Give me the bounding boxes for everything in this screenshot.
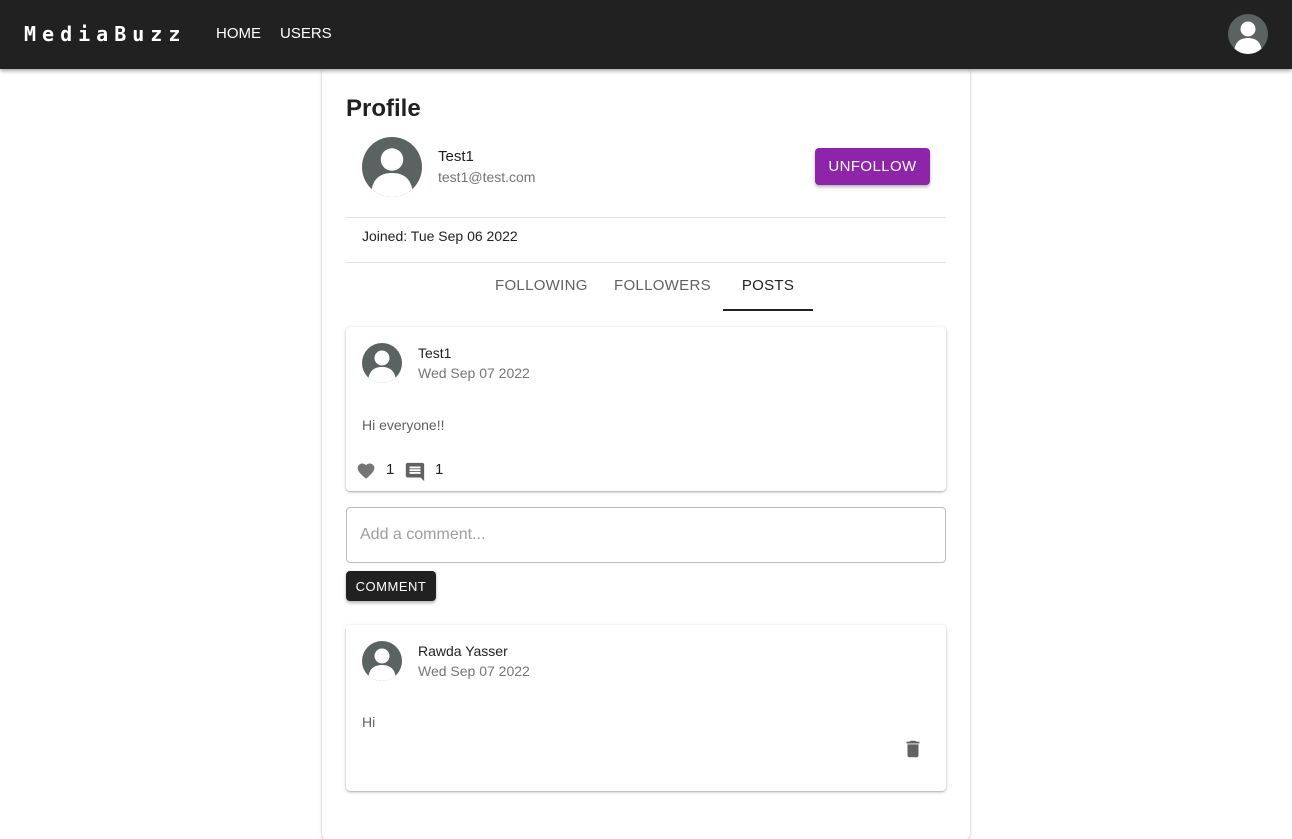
app-bar: MediaBuzz HOME USERS [0, 0, 1292, 69]
profile-card: Profile Test1 test1@test.com UNFOLLOW Jo… [322, 69, 970, 839]
nav-users-link[interactable]: USERS [280, 24, 332, 44]
divider [346, 262, 946, 263]
comment-count: 1 [435, 461, 444, 478]
profile-email: test1@test.com [438, 169, 536, 185]
comment-icon[interactable] [404, 461, 426, 483]
profile-name: Test1 [438, 148, 474, 165]
tab-followers[interactable]: FOLLOWERS [614, 276, 711, 310]
post-author-avatar [362, 343, 402, 383]
tab-following[interactable]: FOLLOWING [495, 276, 587, 310]
post-text: Hi everyone!! [362, 417, 445, 433]
post-card: Test1 Wed Sep 07 2022 Hi everyone!! 1 1 [346, 327, 946, 491]
delete-icon[interactable] [902, 737, 924, 761]
comment-button[interactable]: COMMENT [346, 571, 436, 601]
brand-logo[interactable]: MediaBuzz [24, 22, 186, 46]
comment-card: Rawda Yasser Wed Sep 07 2022 Hi [346, 625, 946, 791]
active-tab-indicator [723, 309, 813, 311]
post-author: Test1 [418, 345, 452, 361]
like-count: 1 [386, 461, 395, 478]
account-circle-icon [1234, 21, 1262, 54]
comment-author-avatar [362, 641, 402, 681]
person-icon [368, 350, 396, 383]
divider [346, 217, 946, 218]
heart-icon[interactable] [356, 461, 376, 481]
comment-text: Hi [362, 714, 376, 730]
profile-avatar [362, 137, 422, 197]
person-icon [371, 148, 413, 197]
person-icon [368, 648, 396, 681]
tab-posts[interactable]: POSTS [723, 276, 813, 310]
comment-date: Wed Sep 07 2022 [418, 663, 530, 679]
account-menu-button[interactable] [1228, 14, 1268, 54]
nav-home-link[interactable]: HOME [216, 24, 261, 44]
post-date: Wed Sep 07 2022 [418, 365, 530, 381]
unfollow-button[interactable]: UNFOLLOW [815, 148, 930, 185]
comment-input[interactable] [346, 507, 946, 563]
comment-author: Rawda Yasser [418, 643, 508, 659]
page-title: Profile [346, 95, 421, 122]
joined-date: Joined: Tue Sep 06 2022 [362, 228, 518, 244]
